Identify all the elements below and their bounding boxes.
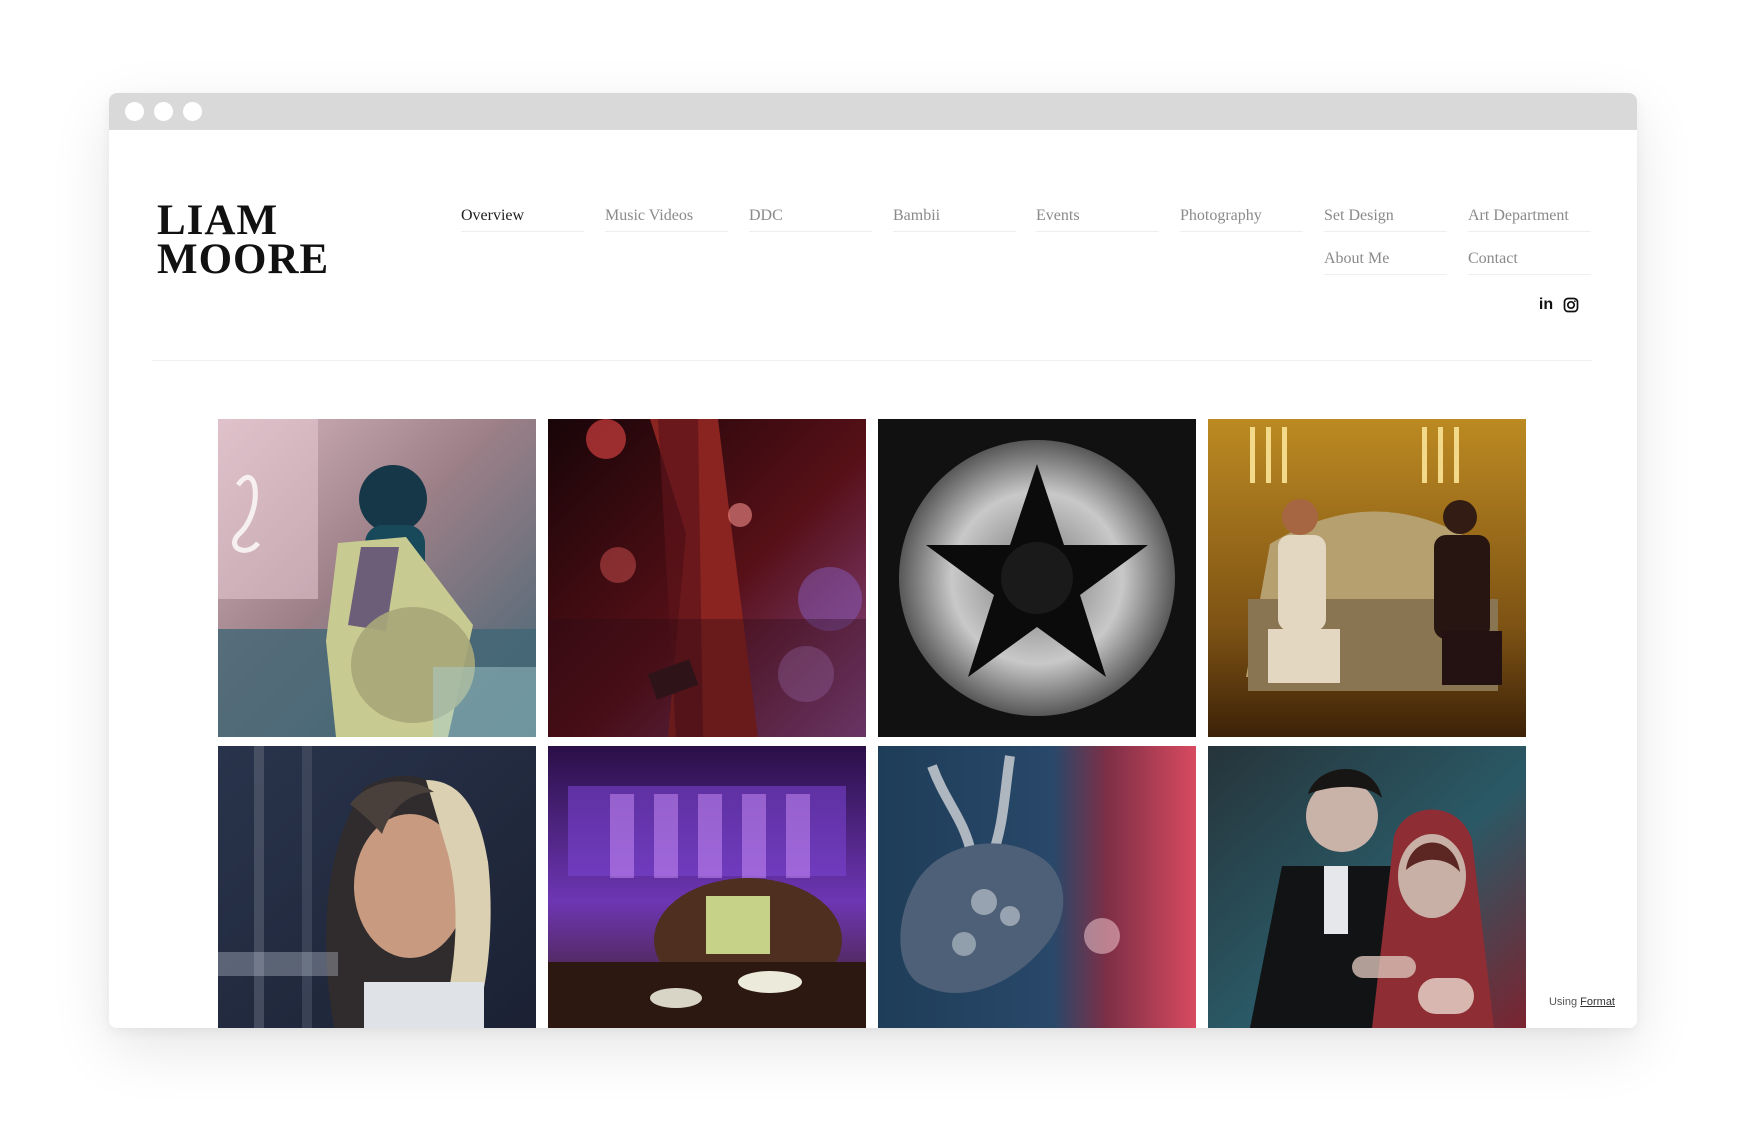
nav-item-art-department[interactable]: Art Department [1468, 204, 1591, 232]
nav-item-ddc[interactable]: DDC [749, 204, 872, 232]
nav-item-about-me[interactable]: About Me [1324, 247, 1447, 275]
window-control-dot[interactable] [125, 102, 144, 121]
nav-item-contact[interactable]: Contact [1468, 247, 1591, 275]
window-control-dot[interactable] [154, 102, 173, 121]
nav-item-music-videos[interactable]: Music Videos [605, 204, 728, 232]
gallery-image-gold-sofa-scene[interactable] [1208, 419, 1526, 737]
header-divider [152, 360, 1592, 361]
browser-titlebar [109, 93, 1637, 130]
gallery-image-couple-red-cloak[interactable] [1208, 746, 1526, 1028]
nav-item-set-design[interactable]: Set Design [1324, 204, 1447, 232]
using-label: Using [1548, 996, 1578, 1008]
gallery-grid [218, 419, 1526, 1028]
linkedin-icon[interactable]: in [1537, 296, 1555, 314]
nav-item-events[interactable]: Events [1036, 204, 1159, 232]
gallery-image-black-star-lights[interactable] [878, 419, 1196, 737]
gallery-image-blue-portrait[interactable] [218, 746, 536, 1028]
gallery-image-purple-bar[interactable] [548, 746, 866, 1028]
gallery-image-pink-room-portrait[interactable] [218, 419, 536, 737]
gallery-image-mask-red-blue[interactable] [878, 746, 1196, 1028]
window-control-dot[interactable] [183, 102, 202, 121]
nav-item-photography[interactable]: Photography [1180, 204, 1303, 232]
format-link[interactable]: Format [1580, 996, 1615, 1008]
nav-item-bambii[interactable]: Bambii [893, 204, 1016, 232]
gallery-image-red-tree-club[interactable] [548, 419, 866, 737]
browser-window: LIAM MOORE Overview Music Videos DDC Bam… [109, 93, 1637, 1028]
using-format-text: Using Format [1549, 996, 1615, 1008]
instagram-icon[interactable] [1562, 296, 1580, 314]
nav-item-overview[interactable]: Overview [461, 204, 584, 232]
main-navigation: Overview Music Videos DDC Bambii Events … [109, 130, 1637, 330]
page-content: LIAM MOORE Overview Music Videos DDC Bam… [109, 130, 1637, 1028]
